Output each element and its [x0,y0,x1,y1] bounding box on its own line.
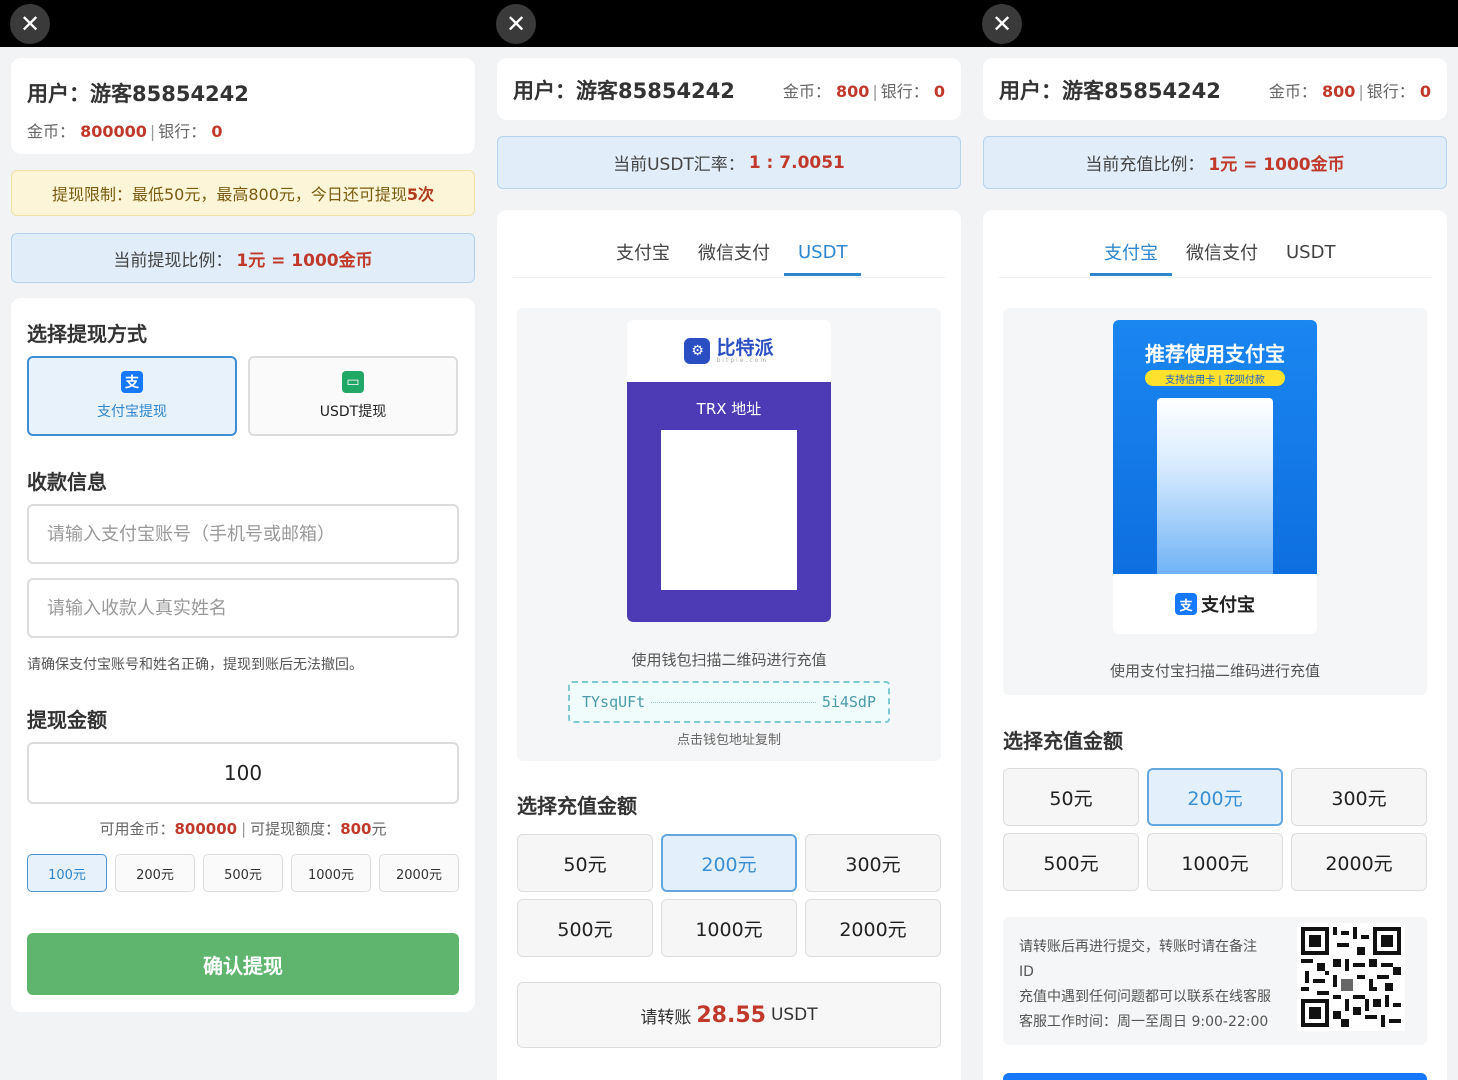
balance-line: 金币： 800 | 银行： 0 [782,82,945,101]
recharge-card: 支付宝 微信支付 USDT ⚙ 比特派 bitpie.com TRX 地址 使用… [497,210,961,1080]
tab-divider [513,277,945,278]
account-notice: 请确保支付宝账号和姓名正确，提现到账后无法撤回。 [27,657,363,673]
withdraw-ratio: 当前提现比例： 1元 = 1000金币 [11,233,475,283]
tab-alipay[interactable]: 支付宝 [1090,230,1172,276]
user-title: 用户：游客85854242 [513,79,735,103]
recharge-amount-title: 选择充值金额 [1003,729,1123,753]
usdt-rate: 当前USDT汇率： 1 : 7.0051 [497,136,961,189]
tab-wechat[interactable]: 微信支付 [684,230,784,274]
payment-tabs: 支付宝 微信支付 USDT [602,230,862,276]
balance-line: 金币： 800000 | 银行： 0 [27,122,223,141]
amount-chip-2000[interactable]: 2000元 [379,854,459,892]
withdraw-amount-input[interactable]: 100 [27,742,459,804]
wallet-icon: ▭ [342,371,364,393]
recharge-amount-title: 选择充值金额 [517,794,637,818]
user-card: 用户：游客85854242 金币： 800 | 银行： 0 [983,58,1447,120]
tab-usdt[interactable]: USDT [1272,230,1349,274]
available-quota: 可用金币：800000 | 可提现额度：800元 [99,820,387,838]
bitpie-logo: ⚙ 比特派 bitpie.com [627,320,831,382]
usdt-recharge-panel: 用户：游客85854242 金币： 800 | 银行： 0 当前USDT汇率： 1 :… [486,47,972,1080]
recharge-amount-50[interactable]: 50元 [517,834,653,892]
balance-line: 金币： 800 | 银行： 0 [1268,82,1431,101]
close-icon[interactable]: ✕ [10,4,50,44]
tab-divider [999,277,1431,278]
recharge-amount-300[interactable]: 300元 [805,834,941,892]
method-title: 选择提现方式 [27,322,147,346]
qr-code [1157,398,1273,574]
tab-wechat[interactable]: 微信支付 [1172,230,1272,274]
promo-subtitle: 支持信用卡 | 花呗付款 [1145,370,1285,386]
alipay-icon: 支 [121,371,143,393]
alipay-qr-card: 推荐使用支付宝 支持信用卡 | 花呗付款 支 支付宝 [1113,320,1317,634]
transfer-amount-box: 请转账 28.55 USDT [517,982,941,1048]
user-title: 用户：游客85854242 [999,79,1221,103]
alipay-withdraw-option[interactable]: 支 支付宝提现 [27,356,237,436]
bitpie-icon: ⚙ [684,338,711,364]
alipay-icon: 支 [1175,593,1197,615]
tab-usdt[interactable]: USDT [784,230,862,276]
recharge-notice: 请转账后再进行提交，转账时请在备注 ID 充值中遇到任何问题都可以联系在线客服 … [1003,917,1427,1045]
tab-alipay[interactable]: 支付宝 [602,230,684,274]
customer-service-qr-icon [1297,923,1405,1031]
copy-hint: 点击钱包地址复制 [676,733,781,748]
amount-chip-1000[interactable]: 1000元 [291,854,371,892]
qr-area: ⚙ 比特派 bitpie.com TRX 地址 使用钱包扫描二维码进行充值 TY… [517,308,941,761]
qr-area: 推荐使用支付宝 支持信用卡 | 花呗付款 支 支付宝 使用支付宝扫描二维码进行充… [1003,308,1427,695]
recharge-amount-200[interactable]: 200元 [1147,768,1283,826]
scan-hint: 使用支付宝扫描二维码进行充值 [1109,662,1320,680]
close-icon[interactable]: ✕ [982,4,1022,44]
recharge-amount-2000[interactable]: 2000元 [805,899,941,957]
withdraw-limit-notice: 提现限制：最低50元，最高800元，今日还可提现 5次 [11,170,475,216]
wallet-address[interactable]: TYsqUFt 5i4SdP [568,681,890,723]
user-title: 用户：游客85854242 [27,82,249,106]
usdt-withdraw-option[interactable]: ▭ USDT提现 [248,356,458,436]
recharge-amount-1000[interactable]: 1000元 [1147,833,1283,891]
recharge-card: 支付宝 微信支付 USDT 推荐使用支付宝 支持信用卡 | 花呗付款 支 支付宝… [983,210,1447,1080]
top-bar: ✕ ✕ ✕ [0,0,1458,47]
user-card: 用户：游客85854242 金币： 800000 | 银行： 0 [11,58,475,154]
recharge-amount-50[interactable]: 50元 [1003,768,1139,826]
recharge-amount-300[interactable]: 300元 [1291,768,1427,826]
withdraw-panel: 用户：游客85854242 金币： 800000 | 银行： 0 提现限制：最低50… [0,47,486,1080]
recharge-ratio: 当前充值比例： 1元 = 1000金币 [983,136,1447,189]
recharge-amount-1000[interactable]: 1000元 [661,899,797,957]
bitpie-qr-card: ⚙ 比特派 bitpie.com TRX 地址 [627,320,831,622]
alipay-recharge-panel: 用户：游客85854242 金币： 800 | 银行： 0 当前充值比例： 1元 = … [972,47,1458,1080]
amount-chip-500[interactable]: 500元 [203,854,283,892]
recharge-amount-500[interactable]: 500元 [1003,833,1139,891]
payment-tabs: 支付宝 微信支付 USDT [1090,230,1349,276]
alipay-promo: 推荐使用支付宝 支持信用卡 | 花呗付款 [1113,320,1317,574]
alipay-logo: 支 支付宝 [1113,574,1317,634]
notice-text: 请转账后再进行提交，转账时请在备注 ID 充值中遇到任何问题都可以联系在线客服 … [1019,939,1271,1030]
close-icon[interactable]: ✕ [496,4,536,44]
amount-chip-100[interactable]: 100元 [27,854,107,892]
recharge-amount-2000[interactable]: 2000元 [1291,833,1427,891]
payee-name-input[interactable] [27,578,459,638]
submit-button[interactable] [1003,1073,1427,1080]
recharge-amount-200[interactable]: 200元 [661,834,797,892]
trx-qr-frame: TRX 地址 [627,382,831,622]
recharge-amount-500[interactable]: 500元 [517,899,653,957]
amount-chip-200[interactable]: 200元 [115,854,195,892]
confirm-withdraw-button[interactable]: 确认提现 [27,933,459,995]
amount-title: 提现金额 [27,708,107,732]
alipay-account-input[interactable] [27,504,459,564]
qr-code [661,430,797,590]
payee-info-title: 收款信息 [27,470,107,494]
promo-title: 推荐使用支付宝 [1145,342,1285,366]
withdraw-form-card: 选择提现方式 支 支付宝提现 ▭ USDT提现 收款信息 请确保支付宝账号和姓名… [11,298,475,1012]
scan-hint: 使用钱包扫描二维码进行充值 [631,651,827,669]
user-card: 用户：游客85854242 金币： 800 | 银行： 0 [497,58,961,120]
trx-label: TRX 地址 [696,400,762,418]
